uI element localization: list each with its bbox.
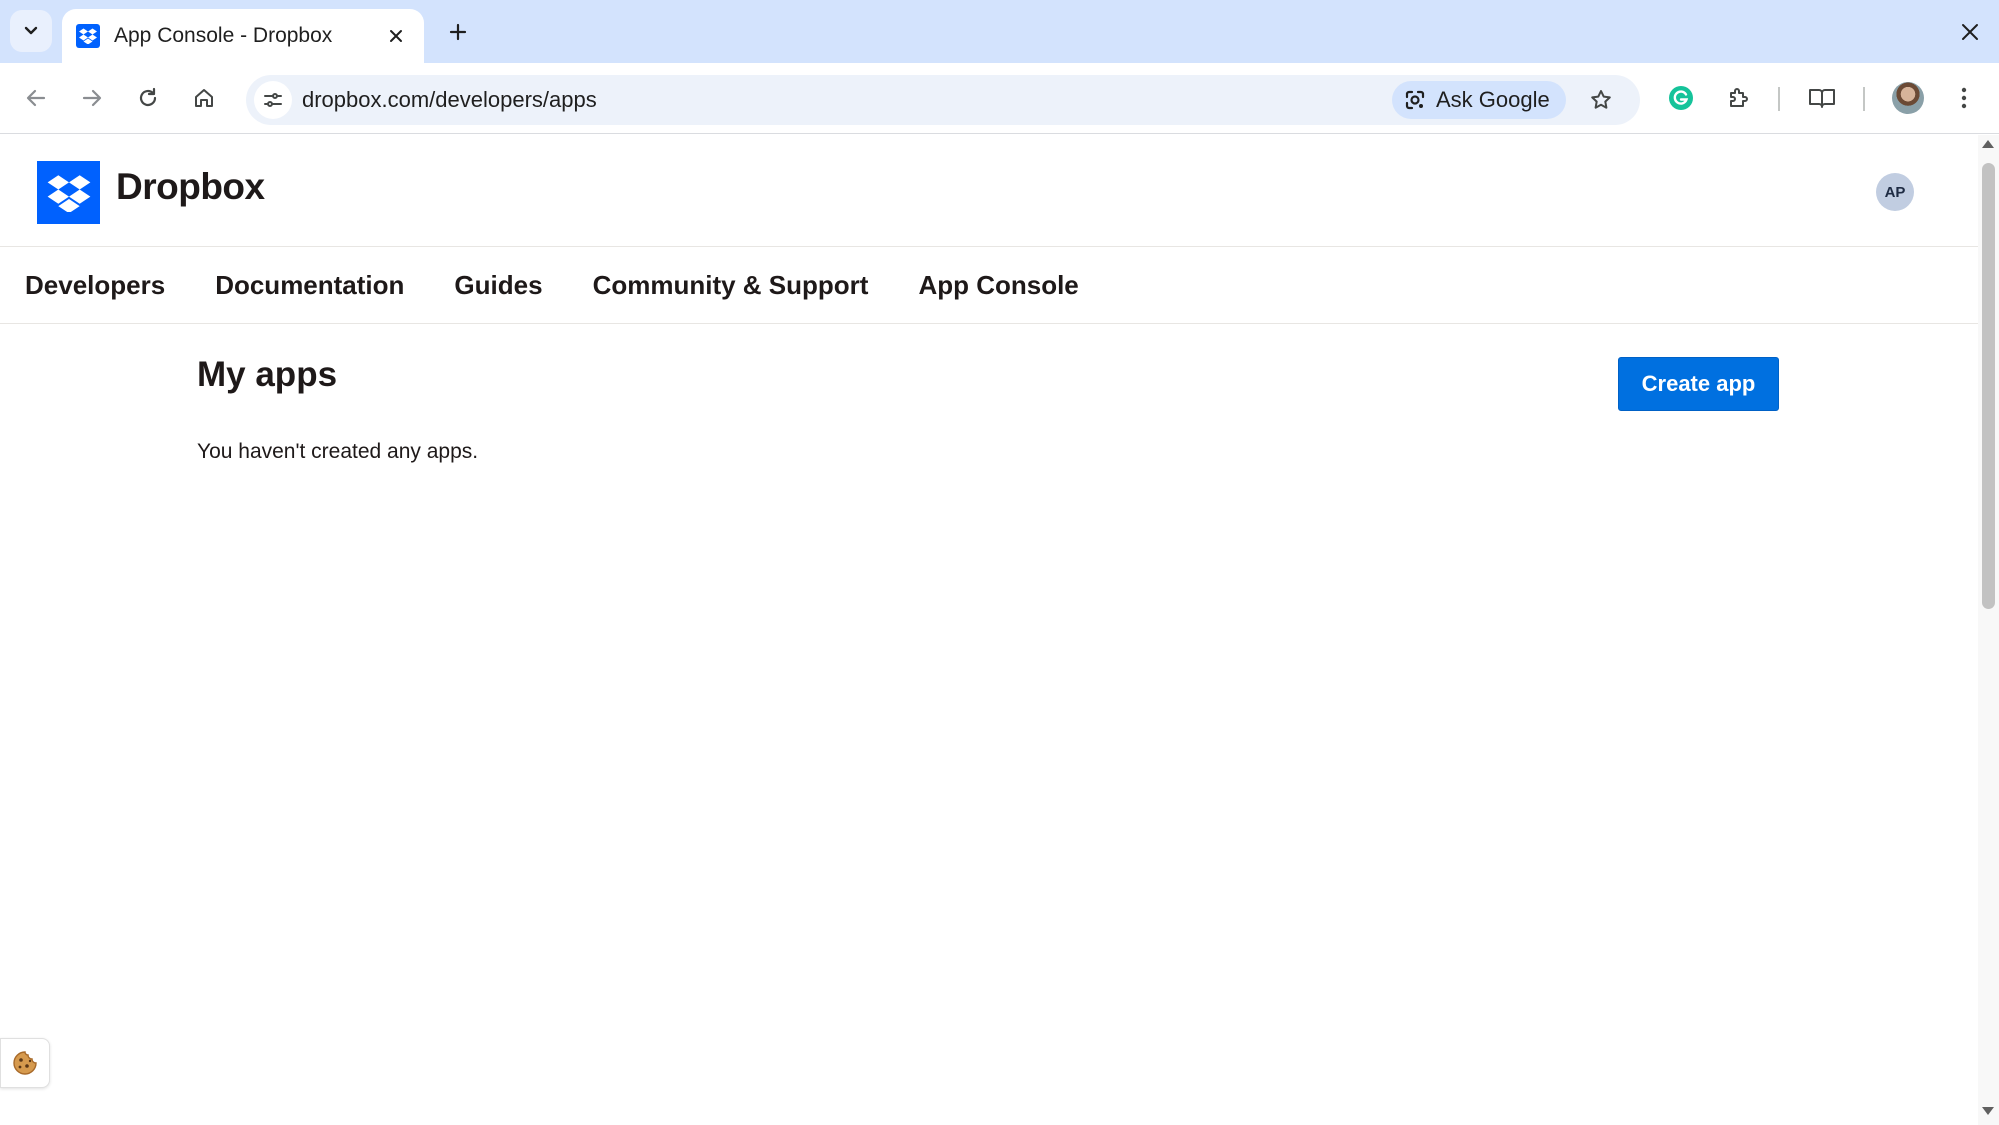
tab-close-button[interactable] [382,22,410,50]
create-app-button[interactable]: Create app [1618,357,1779,411]
tab-search-button[interactable] [10,10,52,52]
scroll-up-arrow-icon[interactable] [1982,140,1994,148]
user-avatar[interactable]: AP [1876,173,1914,211]
dropbox-logo-icon[interactable] [37,161,100,224]
close-icon [1962,24,1978,40]
reload-button[interactable] [127,77,169,119]
more-vertical-icon [1961,87,1967,109]
back-button[interactable] [15,77,57,119]
google-lens-icon [1405,90,1425,110]
browser-menu-button[interactable] [1943,77,1985,119]
close-icon [390,30,402,42]
browser-toolbar: dropbox.com/developers/apps Ask Google [0,63,1999,134]
book-icon [1809,89,1835,108]
logo-text[interactable]: Dropbox [116,166,265,208]
nav-item-app-console[interactable]: App Console [918,270,1078,301]
reload-icon [139,87,157,107]
grammarly-extension-button[interactable] [1660,77,1702,119]
puzzle-icon [1730,88,1748,107]
page: Dropbox AP Developers Documentation Guid… [0,135,1978,1125]
tab-title: App Console - Dropbox [114,24,333,47]
nav-item-developers[interactable]: Developers [25,270,165,301]
chevron-down-icon [24,26,38,35]
browser-profile-avatar[interactable] [1892,82,1924,114]
cookie-icon [13,1051,37,1075]
address-bar[interactable]: dropbox.com/developers/apps Ask Google [246,75,1640,125]
toolbar-divider [1778,87,1780,111]
site-nav: Developers Documentation Guides Communit… [0,248,1978,324]
ask-google-button[interactable]: Ask Google [1392,81,1566,119]
nav-item-community-support[interactable]: Community & Support [593,270,869,301]
tune-icon [264,93,282,107]
new-tab-button[interactable] [440,14,476,50]
nav-item-guides[interactable]: Guides [454,270,542,301]
browser-tabstrip: App Console - Dropbox [0,0,1999,63]
grammarly-icon [1669,86,1693,110]
empty-state-message: You haven't created any apps. [197,440,479,463]
site-info-button[interactable] [254,81,292,119]
home-icon [195,89,213,107]
dropbox-favicon-icon [76,24,100,48]
scrollbar-thumb[interactable] [1982,163,1995,609]
scroll-down-arrow-icon[interactable] [1982,1107,1994,1115]
extensions-button[interactable] [1717,77,1759,119]
reading-mode-button[interactable] [1801,77,1843,119]
cookie-settings-button[interactable] [0,1038,50,1088]
arrow-right-icon [82,89,102,107]
toolbar-divider [1863,87,1865,111]
ask-google-label: Ask Google [1436,87,1550,112]
arrow-left-icon [26,89,46,107]
url-text: dropbox.com/developers/apps [302,87,597,112]
nav-item-documentation[interactable]: Documentation [215,270,404,301]
site-header: Dropbox AP [0,135,1978,247]
plus-icon [449,23,467,41]
window-close-button[interactable] [1952,14,1988,50]
browser-tab-active[interactable]: App Console - Dropbox [62,9,424,63]
page-title: My apps [197,355,338,394]
forward-button[interactable] [71,77,113,119]
star-icon [1591,90,1611,109]
page-scrollbar[interactable] [1978,135,1999,1125]
bookmark-button[interactable] [1582,81,1620,119]
home-button[interactable] [183,77,225,119]
